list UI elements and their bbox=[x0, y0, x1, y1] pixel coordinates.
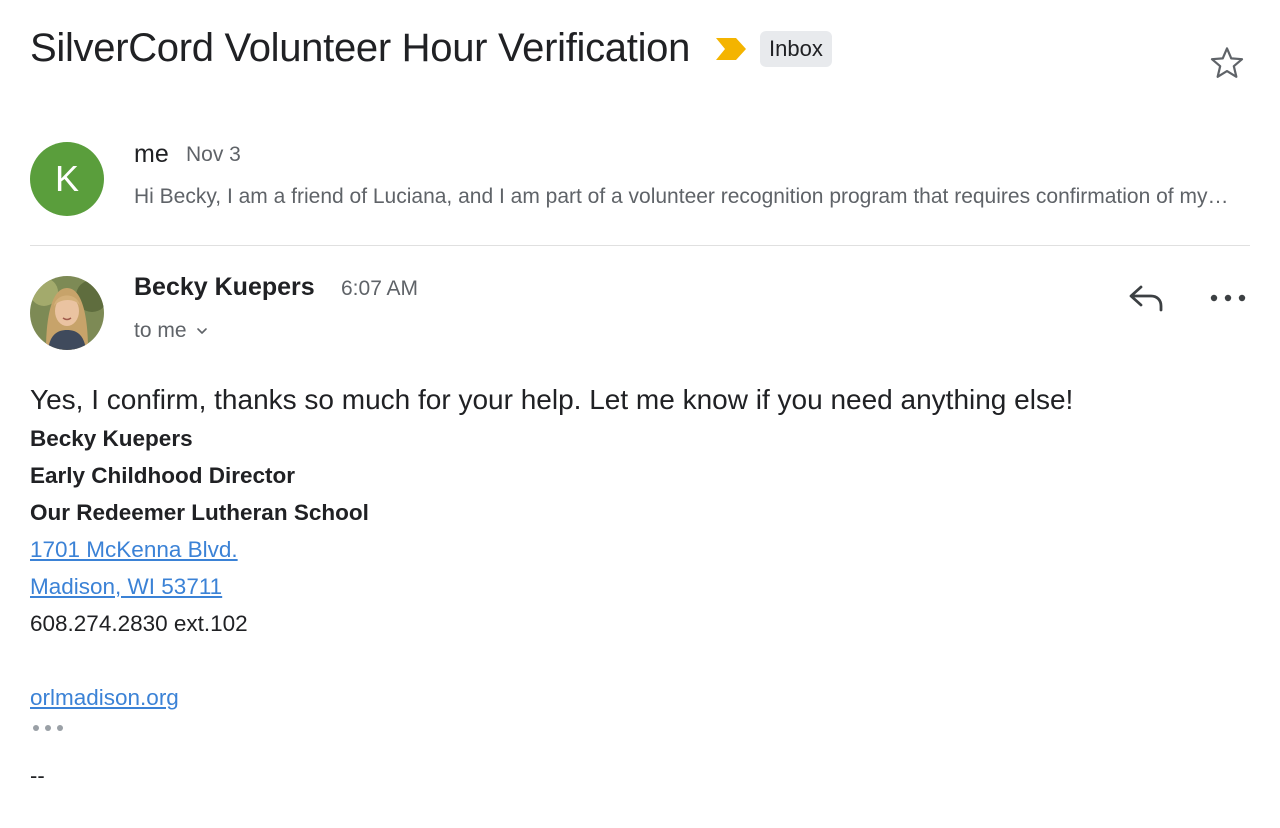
recipient-label: to me bbox=[134, 319, 187, 342]
signature-phone: 608.274.2830 ext.102 bbox=[30, 611, 248, 636]
website-link[interactable]: orlmadison.org bbox=[30, 685, 179, 710]
message-text: Yes, I confirm, thanks so much for your … bbox=[30, 384, 1074, 415]
reply-icon[interactable] bbox=[1127, 283, 1165, 313]
message-divider bbox=[30, 245, 1250, 246]
more-options-icon[interactable] bbox=[1208, 290, 1248, 306]
recipient-details-toggle[interactable]: to me bbox=[134, 319, 209, 343]
message-body: Yes, I confirm, thanks so much for your … bbox=[30, 380, 1250, 789]
address-line1-link[interactable]: 1701 McKenna Blvd. bbox=[30, 537, 238, 562]
avatar-me: K bbox=[30, 142, 104, 216]
thread-subject: SilverCord Volunteer Hour Verification bbox=[30, 26, 691, 70]
message-time: 6:07 AM bbox=[341, 277, 419, 300]
subject-row: SilverCord Volunteer Hour Verification I… bbox=[30, 26, 832, 71]
message1-date: Nov 3 bbox=[186, 143, 241, 166]
chevron-down-icon bbox=[196, 328, 207, 334]
signature-name: Becky Kuepers bbox=[30, 426, 193, 451]
show-trimmed-content-icon[interactable] bbox=[30, 721, 66, 735]
importance-marker-icon[interactable] bbox=[714, 36, 748, 62]
message1-snippet[interactable]: Hi Becky, I am a friend of Luciana, and … bbox=[134, 185, 1234, 209]
star-icon[interactable] bbox=[1208, 44, 1246, 82]
signature-title: Early Childhood Director bbox=[30, 463, 296, 488]
message1-sender[interactable]: me bbox=[134, 140, 169, 169]
signature-organization: Our Redeemer Lutheran School bbox=[30, 500, 369, 525]
inbox-label-chip[interactable]: Inbox bbox=[760, 30, 832, 67]
signature-separator: -- bbox=[30, 763, 45, 788]
sender-name[interactable]: Becky Kuepers bbox=[134, 273, 315, 302]
address-line2-link[interactable]: Madison, WI 53711 bbox=[30, 574, 222, 599]
sender-avatar bbox=[30, 276, 104, 350]
